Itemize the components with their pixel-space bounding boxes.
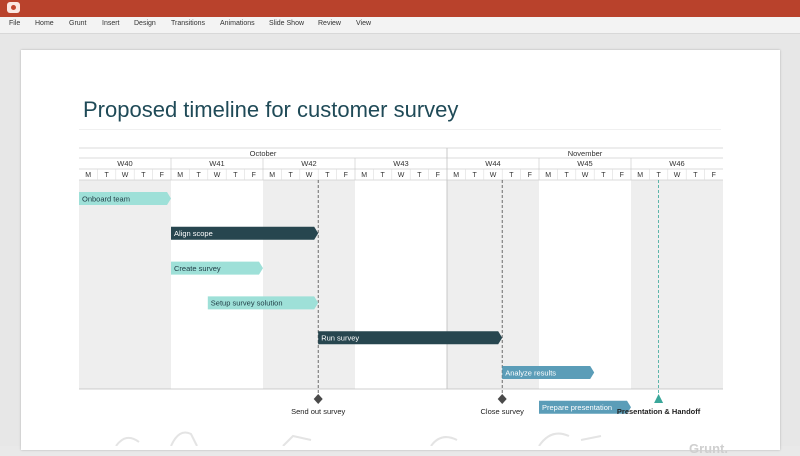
slide[interactable]: Proposed timeline for customer survey Oc… (21, 50, 780, 456)
title-bar (0, 0, 800, 17)
menu-animations[interactable]: Animations (220, 20, 255, 27)
menu-home[interactable]: Home (35, 20, 54, 27)
grunt-logo: Grunt. (689, 441, 728, 456)
menu-transitions[interactable]: Transitions (171, 20, 205, 27)
menu-grunt[interactable]: Grunt (69, 20, 87, 27)
powerpoint-app-icon[interactable] (7, 2, 20, 13)
footer-decoration (115, 431, 602, 446)
menu-design[interactable]: Design (134, 20, 156, 27)
ribbon-menu-bar: File Home Grunt Insert Design Transition… (0, 17, 800, 34)
menu-review[interactable]: Review (318, 20, 341, 27)
menu-slide-show[interactable]: Slide Show (269, 20, 304, 27)
menu-insert[interactable]: Insert (102, 20, 120, 27)
menu-file[interactable]: File (9, 20, 20, 27)
menu-view[interactable]: View (356, 20, 371, 27)
